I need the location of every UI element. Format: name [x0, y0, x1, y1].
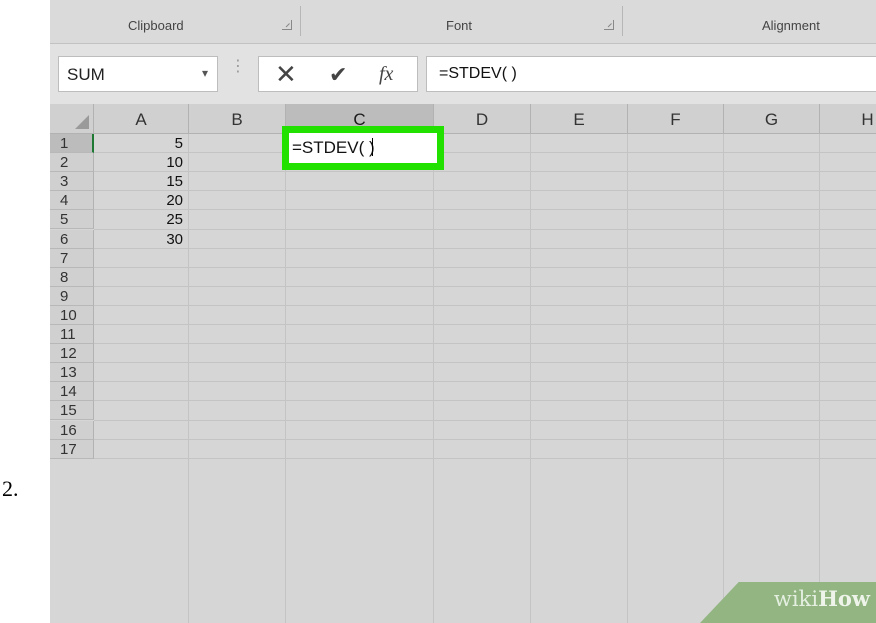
watermark-how: How [818, 586, 870, 611]
gridline-horizontal [94, 285, 876, 287]
alignment-group-label: Alignment [762, 18, 820, 33]
column-header-a[interactable]: A [94, 104, 189, 134]
gridline-horizontal [94, 362, 876, 364]
select-all-triangle-icon [75, 115, 89, 129]
checkmark-icon[interactable]: ✔ [329, 62, 347, 88]
active-cell-text: =STDEV( ) [292, 138, 375, 158]
row-header-8[interactable]: 8 [50, 267, 94, 287]
gridline-vertical [433, 134, 434, 623]
row-header-4[interactable]: 4 [50, 191, 94, 211]
ribbon-separator [300, 6, 301, 36]
row-header-9[interactable]: 9 [50, 286, 94, 306]
gridline-horizontal [94, 209, 876, 211]
row-header-2[interactable]: 2 [50, 153, 94, 173]
gridline-horizontal [94, 152, 876, 154]
row-header-11[interactable]: 11 [50, 325, 94, 345]
row-header-17[interactable]: 17 [50, 439, 94, 459]
watermark-text: wikiHow [774, 586, 870, 611]
column-header-e[interactable]: E [531, 104, 628, 134]
cell-a2[interactable]: 10 [94, 153, 183, 172]
formula-buttons: ✕ ✔ fx [258, 56, 418, 92]
text-caret [371, 138, 373, 156]
gridline-horizontal [94, 247, 876, 249]
insert-function-button[interactable]: fx [379, 63, 393, 86]
row-header-15[interactable]: 15 [50, 401, 94, 421]
ribbon-group-labels: Clipboard Font Alignment [50, 0, 876, 44]
active-cell-formula: =STDEV( ) [292, 138, 375, 157]
row-header-14[interactable]: 14 [50, 382, 94, 402]
vertical-dots-icon: ⋮ [230, 58, 246, 75]
cell-a4[interactable]: 20 [94, 191, 183, 210]
chevron-down-icon[interactable]: ▾ [202, 66, 208, 80]
ribbon-group-alignment: Alignment [624, 0, 876, 44]
close-x-icon[interactable]: ✕ [275, 59, 297, 90]
gridline-horizontal [94, 304, 876, 306]
column-header-g[interactable]: G [724, 104, 820, 134]
excel-window: Clipboard Font Alignment SUM ▾ ⋮ ✕ ✔ fx … [50, 0, 876, 623]
clipboard-group-label: Clipboard [128, 18, 184, 33]
gridline-horizontal [94, 400, 876, 402]
cell-a5[interactable]: 25 [94, 210, 183, 229]
row-header-1[interactable]: 1 [50, 134, 94, 154]
gridline-horizontal [94, 266, 876, 268]
worksheet-grid[interactable]: ABCDEFGH 1 2 3 4 5 6 7 8 9 10 11 12 13 14 15 16 17 5 10 15… [50, 104, 876, 623]
select-all-corner[interactable] [50, 104, 94, 134]
font-group-label: Font [446, 18, 473, 33]
clipboard-launcher-icon[interactable] [282, 20, 292, 30]
gridline-horizontal [94, 190, 876, 192]
cell-a3[interactable]: 15 [94, 172, 183, 191]
gridline-vertical [188, 134, 189, 623]
row-header-16[interactable]: 16 [50, 420, 94, 440]
gridline-vertical [819, 134, 820, 623]
row-header-12[interactable]: 12 [50, 344, 94, 364]
row-header-10[interactable]: 10 [50, 305, 94, 325]
gridline-vertical [627, 134, 628, 623]
cell-a6[interactable]: 30 [94, 230, 183, 249]
gridline-horizontal [94, 381, 876, 383]
formula-text: =STDEV( ) [439, 65, 517, 82]
gridline-horizontal [94, 228, 876, 230]
ribbon-group-clipboard: Clipboard [50, 0, 298, 44]
formula-input[interactable]: =STDEV( ) [426, 56, 876, 92]
column-header-h[interactable]: H [820, 104, 876, 134]
gridline-horizontal [94, 343, 876, 345]
active-cell-c1[interactable]: =STDEV( ) [282, 126, 444, 170]
gridline-vertical [285, 134, 286, 623]
row-header-3[interactable]: 3 [50, 172, 94, 192]
row-header-7[interactable]: 7 [50, 248, 94, 268]
column-header-b[interactable]: B [189, 104, 286, 134]
column-header-d[interactable]: D [434, 104, 531, 134]
gridline-vertical [723, 134, 724, 623]
column-header-f[interactable]: F [628, 104, 724, 134]
gridline-horizontal [94, 457, 876, 459]
gridline-horizontal [94, 324, 876, 325]
formula-bar: SUM ▾ ⋮ ✕ ✔ fx =STDEV( ) [50, 44, 876, 104]
gridline-horizontal [94, 171, 876, 173]
watermark-wiki: wiki [773, 587, 819, 611]
ribbon-separator [622, 6, 623, 36]
row-header-5[interactable]: 5 [50, 210, 94, 230]
gridline-vertical [530, 134, 531, 623]
gridline-horizontal [94, 438, 876, 440]
ribbon-group-font: Font [302, 0, 620, 44]
cell-a1[interactable]: 5 [94, 134, 183, 153]
gridline-horizontal [94, 419, 876, 421]
row-header-13[interactable]: 13 [50, 363, 94, 383]
font-launcher-icon[interactable] [604, 20, 614, 30]
name-box-value: SUM [67, 65, 105, 84]
name-box[interactable]: SUM ▾ [58, 56, 218, 92]
step-number: 2. [2, 476, 19, 501]
row-header-6[interactable]: 6 [50, 229, 94, 249]
